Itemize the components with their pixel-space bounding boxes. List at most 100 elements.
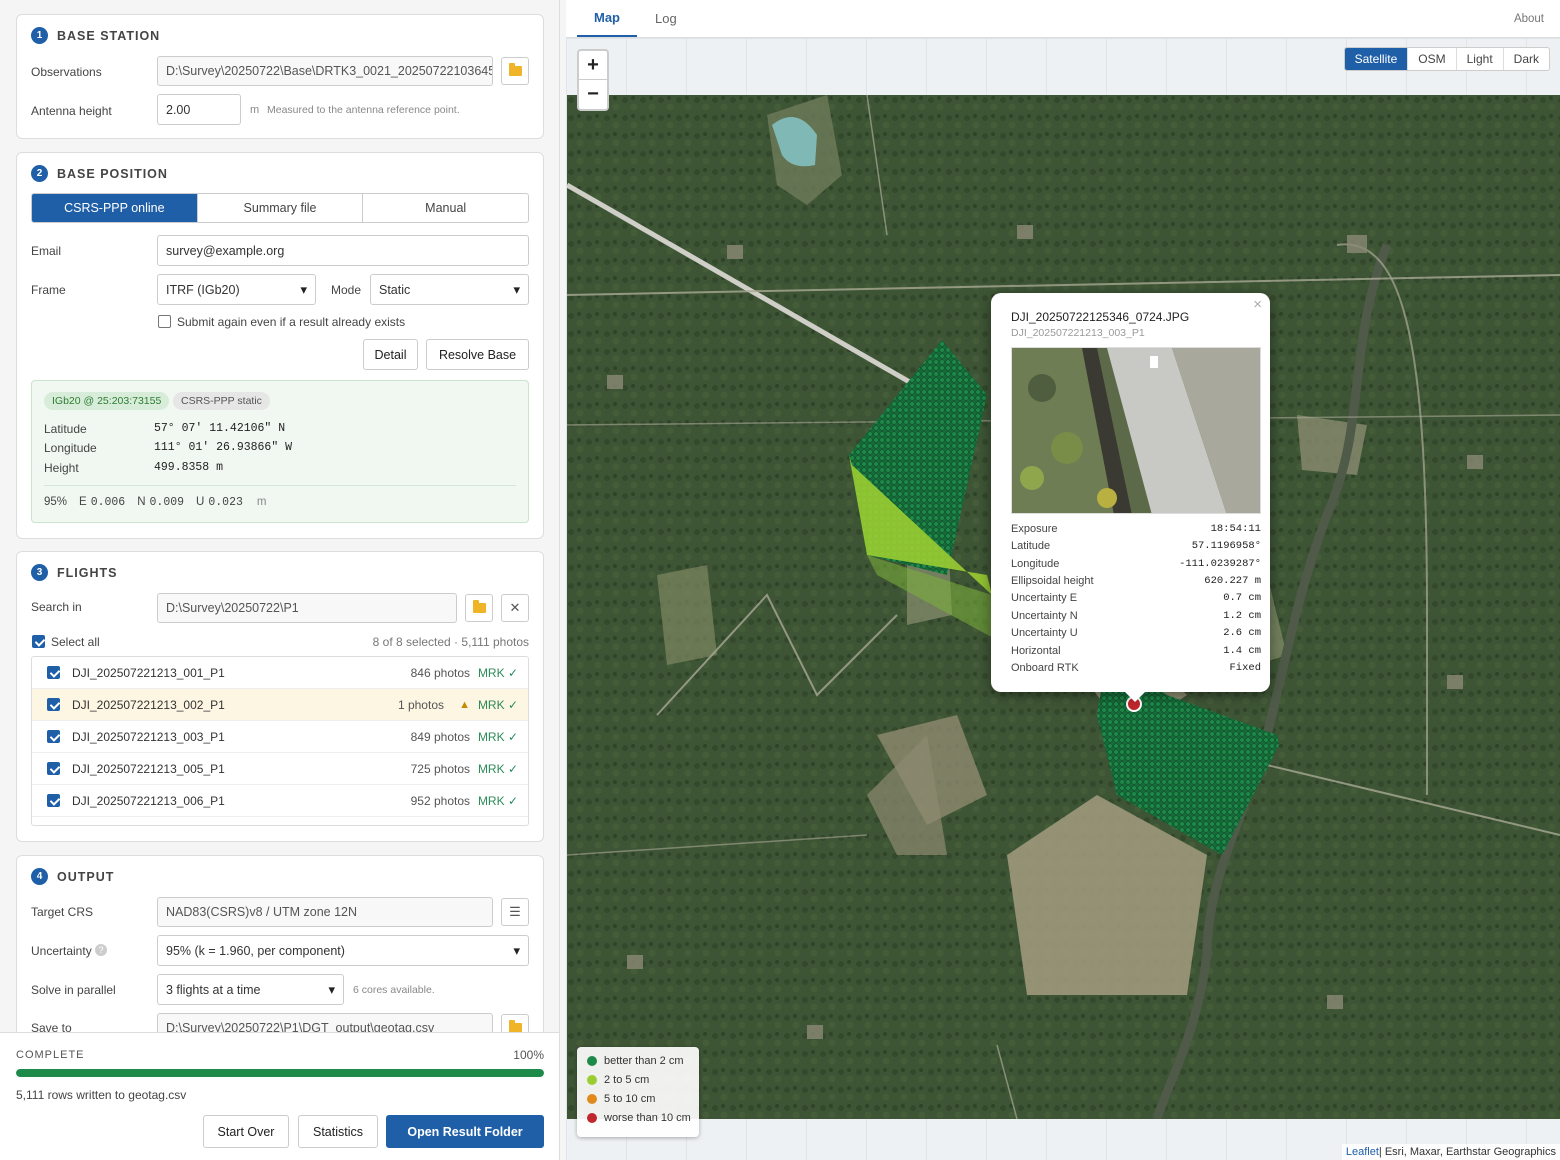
legend-swatch xyxy=(587,1075,597,1085)
latitude-value: 57° 07' 11.42106" N xyxy=(154,422,286,435)
folder-icon xyxy=(508,63,522,76)
flight-row[interactable]: DJI_202507221213_001_P1 846 photos MRK ✓ xyxy=(32,657,528,689)
flight-checkbox[interactable] xyxy=(47,794,60,807)
status-bar: COMPLETE 100% 5,111 rows written to geot… xyxy=(0,1032,559,1160)
popup-row-latitude: Latitude 57.1196958° xyxy=(1011,540,1261,552)
map-attribution: Leaflet | Esri, Maxar, Earthstar Geograp… xyxy=(1341,1144,1560,1160)
flight-row[interactable]: DJI_202507221213_003_P1 849 photos MRK ✓ xyxy=(32,721,528,753)
browse-flights-button[interactable] xyxy=(465,594,493,622)
progress-bar xyxy=(16,1069,544,1077)
select-all-checkbox[interactable] xyxy=(32,635,45,648)
layer-dark[interactable]: Dark xyxy=(1504,48,1549,70)
resubmit-checkbox[interactable] xyxy=(158,315,171,328)
flight-row[interactable]: DJI_202507221213_005_P1 725 photos MRK ✓ xyxy=(32,753,528,785)
email-input[interactable]: survey@example.org xyxy=(157,235,529,266)
observations-field[interactable]: D:\Survey\20250722\Base\DRTK3_0021_20250… xyxy=(157,56,493,86)
step-number: 1 xyxy=(31,27,48,44)
statistics-button[interactable]: Statistics xyxy=(298,1115,378,1148)
tab-map[interactable]: Map xyxy=(577,0,637,37)
row-value: 1.2 cm xyxy=(1223,610,1261,622)
popup-row-exposure: Exposure 18:54:11 xyxy=(1011,523,1261,535)
close-popup-icon[interactable]: × xyxy=(1253,296,1262,313)
selection-summary: 8 of 8 selected · 5,111 photos xyxy=(372,635,529,649)
legend-swatch xyxy=(587,1094,597,1104)
tab-log[interactable]: Log xyxy=(655,0,677,37)
tab-summary-file[interactable]: Summary file xyxy=(198,194,364,222)
frame-select[interactable]: ITRF (IGb20) xyxy=(157,274,316,305)
popup-flight: DJI_202507221213_003_P1 xyxy=(1011,327,1145,339)
zoom-out-button[interactable]: − xyxy=(579,80,607,109)
flight-checkbox[interactable] xyxy=(47,666,60,679)
browse-observations-button[interactable] xyxy=(501,57,529,85)
target-crs-field[interactable]: NAD83(CSRS)v8 / UTM zone 12N xyxy=(157,897,493,927)
start-over-button[interactable]: Start Over xyxy=(203,1115,289,1148)
attribution-text: | Esri, Maxar, Earthstar Geographics xyxy=(1378,1146,1556,1158)
map[interactable]: Satellite OSM Light Dark + − × DJI_20250… xyxy=(566,38,1560,1160)
row-value: 0.7 cm xyxy=(1223,592,1261,604)
detail-button[interactable]: Detail xyxy=(363,339,418,370)
base-position-card: 2 BASE POSITION CSRS-PPP online Summary f… xyxy=(16,152,544,539)
open-result-folder-button[interactable]: Open Result Folder xyxy=(386,1115,544,1148)
flight-row[interactable]: DJI_202507221213_002_P1 1 photos ▲ MRK ✓ xyxy=(32,689,528,721)
popup-row-uncertainty-n: Uncertainty N 1.2 cm xyxy=(1011,610,1261,622)
antenna-height-label: Antenna height xyxy=(31,104,112,118)
row-label: Longitude xyxy=(1011,558,1060,570)
search-folder-field[interactable]: D:\Survey\20250722\P1 xyxy=(157,593,457,623)
step-number: 3 xyxy=(31,564,48,581)
row-value: 620.227 m xyxy=(1204,575,1261,587)
popup-row-longitude: Longitude -111.0239287° xyxy=(1011,558,1261,570)
section-title: OUTPUT xyxy=(57,869,115,884)
antenna-hint: Measured to the antenna reference point. xyxy=(267,104,460,116)
flight-row[interactable]: DJI_202507221213_006_P1 952 photos MRK ✓ xyxy=(32,785,528,817)
layer-light[interactable]: Light xyxy=(1457,48,1504,70)
about-link[interactable]: About xyxy=(1514,0,1544,37)
photo-count: 952 photos xyxy=(410,793,470,808)
base-station-card: 1 BASE STATION Observations D:\Survey\202… xyxy=(16,14,544,139)
output-heading: 4 OUTPUT xyxy=(31,868,114,885)
row-label: Ellipsoidal height xyxy=(1011,575,1094,587)
flight-checkbox[interactable] xyxy=(47,730,60,743)
tab-manual[interactable]: Manual xyxy=(363,194,528,222)
base-position-heading: 2 BASE POSITION xyxy=(31,165,168,182)
legend-swatch xyxy=(587,1113,597,1123)
parallel-label: Solve in parallel xyxy=(31,983,116,997)
zoom-in-button[interactable]: + xyxy=(579,51,607,80)
resolve-base-button[interactable]: Resolve Base xyxy=(426,339,529,370)
base-station-heading: 1 BASE STATION xyxy=(31,27,160,44)
search-in-label: Search in xyxy=(31,600,82,614)
crs-menu-button[interactable]: ☰ xyxy=(501,898,529,926)
status-label: COMPLETE xyxy=(16,1049,85,1061)
thumbnail-drawing xyxy=(1012,348,1260,513)
base-position-result: IGb20 @ 25:203:73155 CSRS-PPP static Lat… xyxy=(31,380,529,523)
popup-filename: DJI_20250722125346_0724.JPG xyxy=(1011,310,1190,324)
parallel-hint: 6 cores available. xyxy=(353,984,435,996)
flight-name: DJI_202507221213_003_P1 xyxy=(72,729,225,744)
section-title: BASE STATION xyxy=(57,28,161,43)
section-title: FLIGHTS xyxy=(57,565,118,580)
tab-csrs-ppp[interactable]: CSRS-PPP online xyxy=(32,194,198,222)
uncertainty-select[interactable]: 95% (k = 1.960, per component) xyxy=(157,935,529,966)
photo-count: 849 photos xyxy=(410,729,470,744)
row-label: Uncertainty E xyxy=(1011,592,1078,604)
latitude-label: Latitude xyxy=(44,422,87,436)
frame-label: Frame xyxy=(31,283,66,297)
flight-checkbox[interactable] xyxy=(47,698,60,711)
leaflet-link[interactable]: Leaflet xyxy=(1346,1146,1379,1158)
select-all-label: Select all xyxy=(51,635,100,649)
n-label: N xyxy=(137,496,146,508)
flight-checkbox[interactable] xyxy=(47,762,60,775)
layer-satellite[interactable]: Satellite xyxy=(1344,48,1409,70)
observations-label: Observations xyxy=(31,65,102,79)
layer-osm[interactable]: OSM xyxy=(1408,48,1457,70)
mode-select[interactable]: Static xyxy=(370,274,529,305)
flight-row[interactable] xyxy=(32,817,528,825)
help-icon[interactable]: ? xyxy=(95,944,108,956)
clear-search-button[interactable]: ✕ xyxy=(501,594,529,622)
parallel-select[interactable]: 3 flights at a time xyxy=(157,974,344,1005)
row-label: Exposure xyxy=(1011,523,1058,535)
basemap-switcher: Satellite OSM Light Dark xyxy=(1343,47,1550,71)
antenna-height-input[interactable]: 2.00 xyxy=(157,94,241,125)
n-value: 0.009 xyxy=(149,496,185,509)
row-value: 2.6 cm xyxy=(1223,627,1261,639)
popup-row-height: Ellipsoidal height 620.227 m xyxy=(1011,575,1261,587)
